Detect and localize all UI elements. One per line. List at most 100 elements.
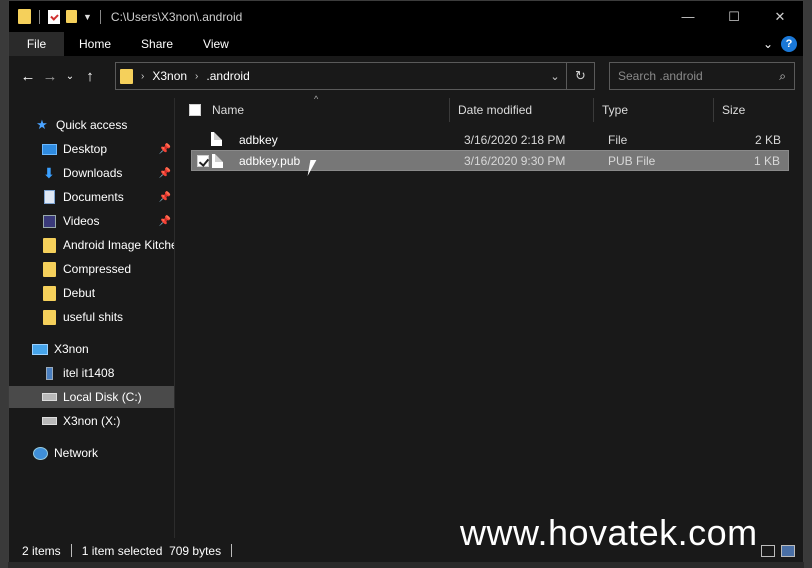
nav-network[interactable]: Network <box>9 442 174 464</box>
nav-label: Compressed <box>63 262 132 276</box>
nav-item-local-disk-c[interactable]: Local Disk (C:) <box>9 386 174 408</box>
breadcrumb-user[interactable]: X3non <box>152 69 187 83</box>
file-row-adbkey[interactable]: adbkey 3/16/2020 2:18 PM File 2 KB <box>191 129 789 150</box>
folder-icon <box>41 237 57 253</box>
nav-label: X3non (X:) <box>63 414 121 428</box>
nav-label: Desktop <box>63 142 108 156</box>
address-bar[interactable]: › X3non › .android ⌄ ↻ <box>115 62 595 90</box>
refresh-icon[interactable]: ↻ <box>566 63 594 89</box>
address-history-chevron-icon[interactable]: ⌄ <box>544 70 566 83</box>
nav-item-downloads[interactable]: ⬇ Downloads 📌 <box>9 162 174 184</box>
nav-item-videos[interactable]: Videos 📌 <box>9 210 174 232</box>
nav-this-pc[interactable]: X3non <box>9 338 174 360</box>
nav-quick-access[interactable]: ★ Quick access <box>9 114 174 136</box>
breadcrumb-chevron-icon[interactable]: › <box>195 71 198 82</box>
background-edge-right <box>804 0 812 568</box>
tab-view[interactable]: View <box>188 32 244 56</box>
search-box: ⌕ <box>609 62 795 90</box>
star-icon: ★ <box>36 117 48 132</box>
status-separator <box>231 544 233 557</box>
network-icon <box>32 445 48 461</box>
nav-label: Network <box>54 446 99 460</box>
nav-item-itel-it1408[interactable]: itel it1408 <box>9 362 174 384</box>
nav-label: Android Image Kitchen <box>63 238 175 252</box>
help-icon[interactable]: ? <box>781 36 797 52</box>
nav-item-documents[interactable]: Documents 📌 <box>9 186 174 208</box>
expand-ribbon-chevron-icon[interactable]: ⌄ <box>763 37 773 51</box>
forward-arrow-icon[interactable]: → <box>39 68 61 85</box>
toolbar-separator <box>99 9 101 24</box>
folder-icon <box>41 309 57 325</box>
disk-icon <box>41 413 57 429</box>
computer-icon <box>32 341 48 357</box>
nav-label: X3non <box>54 342 89 356</box>
background-edge-left <box>0 0 8 568</box>
pin-icon[interactable]: 📌 <box>159 192 171 203</box>
maximize-button[interactable]: ☐ <box>711 1 757 32</box>
column-type[interactable]: Type <box>594 98 714 122</box>
pin-icon[interactable]: 📌 <box>159 144 171 155</box>
search-input[interactable] <box>618 69 768 83</box>
row-checkbox[interactable] <box>197 155 209 167</box>
column-name[interactable]: Name <box>204 98 450 122</box>
selection-info: 1 item selected 709 bytes <box>81 543 222 558</box>
details-view-icon[interactable] <box>761 544 775 557</box>
nav-item-debut[interactable]: Debut <box>9 282 174 304</box>
nav-label: Documents <box>63 190 124 204</box>
nav-item-x3non-x[interactable]: X3non (X:) <box>9 410 174 432</box>
pin-icon[interactable]: 📌 <box>159 168 171 179</box>
file-date: 3/16/2020 9:30 PM <box>464 153 566 168</box>
quick-access-toolbar: ▼ <box>9 9 103 24</box>
large-icons-view-icon[interactable] <box>781 544 795 557</box>
file-list-pane: ^ Name Date modified Type Size adbkey 3/… <box>177 94 803 538</box>
search-icon[interactable]: ⌕ <box>779 69 786 84</box>
breadcrumb-current[interactable]: .android <box>206 69 249 83</box>
file-icon <box>212 154 223 168</box>
up-arrow-icon[interactable]: ↑ <box>79 68 101 85</box>
desktop-icon <box>41 141 57 157</box>
back-arrow-icon[interactable]: ← <box>17 68 39 85</box>
nav-label: useful shits <box>63 310 124 324</box>
folder-icon <box>41 261 57 277</box>
watermark: www.hovatek.com <box>460 512 758 553</box>
address-row: ← → ⌄ ↑ › X3non › .android ⌄ ↻ ⌕ <box>9 56 803 96</box>
file-size: 1 KB <box>753 153 780 168</box>
column-size[interactable]: Size <box>714 98 790 122</box>
nav-label: itel it1408 <box>63 366 115 380</box>
file-name[interactable]: adbkey.pub <box>239 154 300 168</box>
phone-icon <box>41 365 57 381</box>
downloads-icon: ⬇ <box>43 164 55 181</box>
videos-icon <box>41 213 57 229</box>
recent-locations-chevron-icon[interactable]: ⌄ <box>61 71 79 82</box>
nav-label: Debut <box>63 286 96 300</box>
properties-icon[interactable] <box>48 9 60 24</box>
file-name[interactable]: adbkey <box>239 133 278 147</box>
tab-file[interactable]: File <box>9 32 64 56</box>
new-folder-icon[interactable] <box>66 10 77 23</box>
toolbar-separator <box>39 9 40 24</box>
nav-label: Quick access <box>56 118 128 132</box>
customize-toolbar-chevron-icon[interactable]: ▼ <box>83 12 92 22</box>
file-type: File <box>608 132 628 147</box>
nav-item-android-image-kitchen[interactable]: Android Image Kitchen <box>9 234 175 256</box>
file-row-adbkey-pub[interactable]: adbkey.pub 3/16/2020 9:30 PM PUB File 1 … <box>191 150 789 171</box>
select-all-checkbox[interactable] <box>189 104 201 116</box>
nav-item-compressed[interactable]: Compressed <box>9 258 174 280</box>
ribbon-tabs: File Home Share View ⌄ ? <box>9 32 803 56</box>
explorer-window: ▼ C:\Users\X3non\.android — ☐ ✕ File Hom… <box>8 0 804 562</box>
nav-item-useful-shits[interactable]: useful shits <box>9 306 174 328</box>
title-bar: ▼ C:\Users\X3non\.android — ☐ ✕ <box>9 1 803 32</box>
view-buttons <box>761 544 795 557</box>
folder-icon[interactable] <box>18 9 31 24</box>
tab-home[interactable]: Home <box>64 32 126 56</box>
close-button[interactable]: ✕ <box>757 1 803 32</box>
column-date-modified[interactable]: Date modified <box>450 98 594 122</box>
pin-icon[interactable]: 📌 <box>159 216 171 227</box>
tab-share[interactable]: Share <box>126 32 188 56</box>
minimize-button[interactable]: — <box>665 1 711 32</box>
address-controls: ⌄ ↻ <box>544 63 594 89</box>
breadcrumb-chevron-icon[interactable]: › <box>141 71 144 82</box>
nav-item-desktop[interactable]: Desktop 📌 <box>9 138 174 160</box>
nav-label: Local Disk (C:) <box>63 390 142 404</box>
disk-icon <box>41 389 57 405</box>
